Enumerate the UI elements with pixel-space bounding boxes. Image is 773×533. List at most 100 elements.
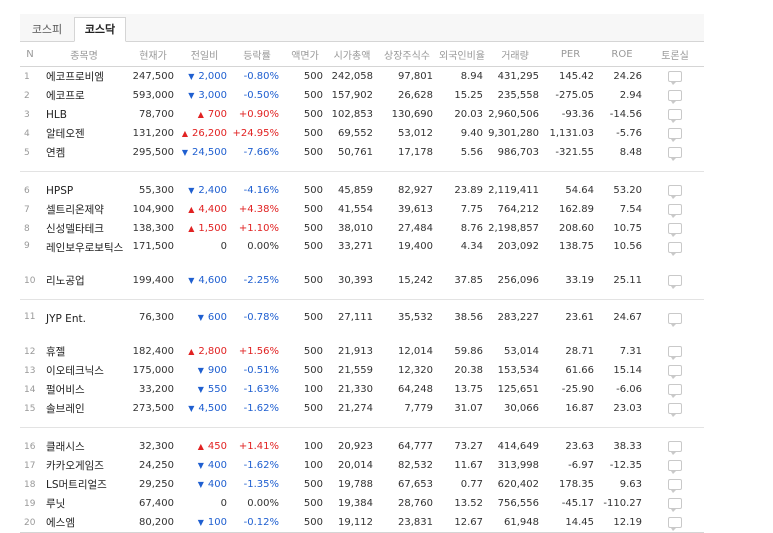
col-per[interactable]: PER (543, 42, 598, 67)
trade-volume: 9,301,280 (488, 128, 539, 139)
col-rate[interactable]: 등락률 (231, 42, 283, 67)
trade-volume: 53,014 (504, 346, 539, 357)
stock-name-link[interactable]: 셀트리온제약 (40, 200, 128, 219)
col-n[interactable]: N (20, 42, 40, 67)
listed-shares: 12,320 (398, 365, 433, 376)
per-value: -321.55 (555, 147, 594, 158)
tab-kosdaq[interactable]: 코스닥 (74, 17, 126, 42)
up-arrow-icon: ▲ (188, 347, 195, 356)
speech-bubble-icon[interactable] (668, 459, 682, 474)
stock-name-link[interactable]: 신성델타테크 (40, 219, 128, 238)
trade-volume: 764,212 (497, 204, 539, 215)
discussion-cell (646, 342, 704, 361)
current-price: 199,400 (132, 275, 174, 286)
market-cap: 21,274 (338, 403, 373, 414)
trade-volume: 2,119,411 (488, 185, 539, 196)
table-row: 14 펄어비스 33,200 ▼ 550 -1.63% 100 21,330 64,248 13.… (20, 380, 704, 399)
stock-name-link[interactable]: 에스엠 (40, 513, 128, 532)
roe-value: 15.14 (613, 365, 642, 376)
speech-bubble-icon[interactable] (668, 478, 682, 493)
stock-name-link[interactable]: 이오테크닉스 (40, 361, 128, 380)
col-roe[interactable]: ROE (598, 42, 646, 67)
discussion-cell (646, 399, 704, 418)
stock-name-link[interactable]: 루닛 (40, 494, 128, 513)
speech-bubble-icon[interactable] (668, 440, 682, 455)
listed-shares: 26,628 (398, 90, 433, 101)
speech-bubble-icon[interactable] (668, 127, 682, 142)
change-cell: ▼ 600 (178, 309, 231, 342)
listed-shares: 27,484 (398, 223, 433, 234)
roe-value: 8.48 (619, 147, 642, 158)
speech-bubble-icon[interactable] (668, 383, 682, 398)
stock-name-link[interactable]: 알테오젠 (40, 124, 128, 143)
row-number: 20 (24, 517, 36, 528)
speech-bubble-icon[interactable] (668, 313, 682, 327)
speech-bubble-icon[interactable] (668, 203, 682, 218)
change-cell: ▲ 2,800 (178, 342, 231, 361)
stock-name-link[interactable]: LS머트리얼즈 (40, 475, 128, 494)
discussion-cell (646, 105, 704, 124)
down-arrow-icon: ▼ (197, 518, 204, 527)
change-cell: 0 (178, 238, 231, 271)
trade-volume: 203,092 (497, 241, 539, 252)
par-value: 100 (303, 460, 323, 471)
table-row: 17 카카오게임즈 24,250 ▼ 400 -1.62% 100 20,014 82,532 1… (20, 456, 704, 475)
per-value: 23.61 (565, 312, 594, 323)
speech-bubble-icon[interactable] (668, 345, 682, 360)
discussion-cell (646, 67, 704, 87)
change-value: 700 (207, 109, 227, 120)
row-number: 12 (24, 346, 36, 357)
table-row: 7 셀트리온제약 104,900 ▲ 4,400 +4.38% 500 41,554 39,61… (20, 200, 704, 219)
table-row: 3 HLB 78,700 ▲ 700 +0.90% 500 102,853 130,690 20.… (20, 105, 704, 124)
per-value: -25.90 (561, 384, 594, 395)
stock-name-link[interactable]: 에코프로 (40, 86, 128, 105)
stock-name-link[interactable]: 레인보우로보틱스 (40, 238, 128, 271)
col-cap[interactable]: 시가총액 (327, 42, 377, 67)
stock-name-link[interactable]: 에코프로비엠 (40, 67, 128, 87)
discussion-cell (646, 238, 704, 271)
speech-bubble-icon[interactable] (668, 402, 682, 417)
speech-bubble-icon[interactable] (668, 242, 682, 256)
group-gap (20, 290, 704, 300)
speech-bubble-icon[interactable] (668, 146, 682, 161)
speech-bubble-icon[interactable] (668, 364, 682, 379)
par-value: 500 (303, 275, 323, 286)
per-value: 162.89 (559, 204, 594, 215)
stock-name-link[interactable]: 솔브레인 (40, 399, 128, 418)
par-value: 500 (303, 517, 323, 528)
trade-volume: 2,960,506 (488, 109, 539, 120)
col-foreign[interactable]: 외국인비율 (437, 42, 487, 67)
col-name[interactable]: 종목명 (40, 42, 128, 67)
change-value: 400 (207, 479, 227, 490)
stock-name-link[interactable]: 클래시스 (40, 437, 128, 456)
speech-bubble-icon[interactable] (668, 108, 682, 123)
stock-name-link[interactable]: HPSP (40, 181, 128, 200)
speech-bubble-icon[interactable] (668, 89, 682, 104)
col-change[interactable]: 전일비 (178, 42, 231, 67)
tab-kospi[interactable]: 코스피 (22, 18, 72, 41)
foreign-ratio: 8.76 (460, 223, 483, 234)
stock-name-link[interactable]: HLB (40, 105, 128, 124)
speech-bubble-icon[interactable] (668, 274, 682, 289)
col-volume[interactable]: 거래량 (487, 42, 543, 67)
col-price[interactable]: 현재가 (128, 42, 178, 67)
col-par[interactable]: 액면가 (283, 42, 327, 67)
speech-bubble-icon[interactable] (668, 70, 682, 85)
stock-name-link[interactable]: 카카오게임즈 (40, 456, 128, 475)
speech-bubble-icon[interactable] (668, 497, 682, 512)
stock-name-link[interactable]: 연켐 (40, 143, 128, 162)
change-rate: -4.16% (243, 185, 279, 196)
up-arrow-icon: ▲ (188, 224, 195, 233)
stock-name-link[interactable]: JYP Ent. (40, 309, 128, 342)
col-shares[interactable]: 상장주식수 (377, 42, 437, 67)
stock-name-link[interactable]: 휴젤 (40, 342, 128, 361)
speech-bubble-icon[interactable] (668, 516, 682, 531)
stock-name-link[interactable]: 펄어비스 (40, 380, 128, 399)
down-arrow-icon: ▼ (181, 148, 188, 157)
foreign-ratio: 73.27 (454, 441, 483, 452)
table-row: 5 연켐 295,500 ▼ 24,500 -7.66% 500 50,761 17,178 5.… (20, 143, 704, 162)
speech-bubble-icon[interactable] (668, 222, 682, 237)
par-value: 500 (303, 346, 323, 357)
speech-bubble-icon[interactable] (668, 184, 682, 199)
stock-name-link[interactable]: 리노공업 (40, 271, 128, 290)
